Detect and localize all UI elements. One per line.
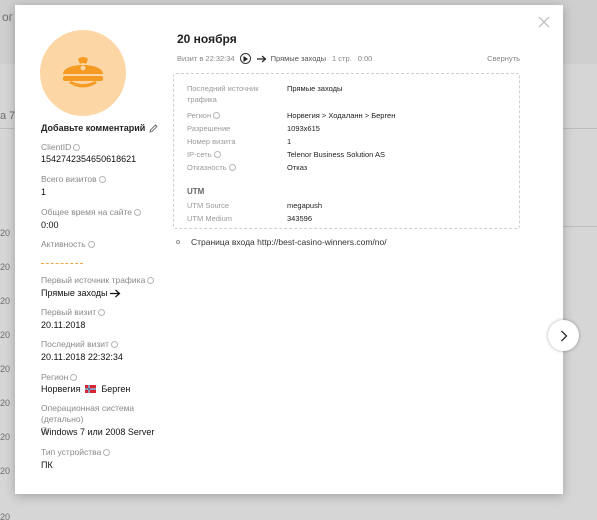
device-value: ПК: [41, 460, 53, 470]
arrow-right-icon: [256, 55, 267, 62]
background-row: 20: [0, 466, 11, 476]
background-title: ог: [2, 10, 14, 24]
os-value: Windows 7 или 2008 Server: [41, 427, 155, 437]
utm-heading: UTM: [187, 187, 205, 196]
background-row: 20: [0, 364, 11, 374]
pilot-cap-icon: [63, 57, 103, 88]
background-divider: [561, 128, 597, 129]
entry-page: Страница входа http://best-casino-winner…: [176, 237, 387, 247]
background-label: а 7: [0, 110, 16, 122]
add-comment[interactable]: Добавьте комментарий: [41, 123, 158, 133]
activity-label: Активность: [41, 239, 95, 249]
visitor-card-modal: Добавьте комментарий ClientID 1542742354…: [15, 5, 563, 494]
first-visit-value: 20.11.2018: [41, 320, 86, 330]
visit-time: Визит в 22:32:34: [177, 54, 235, 63]
background-divider: [561, 226, 597, 227]
help-icon[interactable]: [103, 448, 111, 456]
help-icon[interactable]: [70, 373, 78, 381]
utm-value: megapush: [287, 201, 323, 210]
help-icon[interactable]: [110, 340, 118, 348]
background-row: 20: [0, 398, 11, 408]
first-source-value: Прямые заходы: [41, 288, 121, 298]
first-source-label: Первый источник трафика: [41, 275, 155, 285]
detail-value: Норвегия > Ходаланн > Берген: [287, 111, 396, 120]
play-icon[interactable]: [243, 55, 248, 62]
client-id-label: ClientID: [41, 142, 81, 152]
region-value: Норвегия Берген: [41, 384, 131, 394]
visit-summary: Визит в 22:32:34 Прямые заходы 1 стр. 0:…: [177, 53, 372, 64]
help-icon[interactable]: [213, 151, 221, 158]
visitor-avatar: [40, 30, 126, 116]
help-icon[interactable]: [87, 240, 95, 248]
background-row: 20: [0, 432, 11, 442]
visit-pages: 1 стр.: [332, 54, 352, 63]
add-comment-label[interactable]: Добавьте комментарий: [41, 123, 145, 133]
collapse-link[interactable]: Свернуть: [487, 54, 520, 63]
detail-label: Регион: [187, 110, 283, 121]
timeline-dot: [176, 240, 180, 244]
detail-value: Прямые заходы: [287, 84, 343, 93]
background-row: 20: [0, 296, 11, 306]
help-icon[interactable]: [134, 208, 142, 216]
detail-label: Номер визита: [187, 137, 236, 146]
background-divider: [0, 128, 14, 129]
background-row: 20: [0, 512, 11, 520]
total-time-value: 0:00: [41, 220, 59, 230]
chevron-right-icon[interactable]: [560, 330, 568, 342]
visit-details: Последний источник трафика Прямые заходы…: [173, 73, 520, 229]
detail-label: Разрешение: [187, 124, 231, 133]
detail-label: IP-сеть: [187, 149, 283, 160]
last-visit-label: Последний визит: [41, 339, 118, 349]
norway-flag-icon: [85, 385, 97, 393]
visit-duration: 0:00: [357, 54, 373, 63]
play-button[interactable]: [239, 53, 251, 64]
detail-label: Отказность: [187, 162, 283, 173]
utm-value: 343596: [287, 214, 313, 223]
help-icon[interactable]: [98, 308, 106, 316]
arrow-right-icon: [110, 289, 121, 297]
background-row: 20: [0, 228, 11, 238]
pencil-icon[interactable]: [149, 123, 158, 133]
detail-value: Telenor Business Solution AS: [287, 150, 385, 159]
detail-value: 1093x615: [287, 124, 320, 133]
utm-label: UTM Medium: [187, 214, 233, 223]
utm-label: UTM Source: [187, 201, 230, 210]
help-icon[interactable]: [147, 276, 155, 284]
entry-page-text[interactable]: Страница входа http://best-casino-winner…: [191, 237, 387, 247]
first-visit-label: Первый визит: [41, 307, 106, 317]
detail-value: Отказ: [287, 163, 308, 172]
help-icon[interactable]: [73, 143, 81, 151]
visit-source: Прямые заходы: [270, 54, 326, 63]
background-row: 20: [0, 262, 11, 272]
detail-label: Последний источник трафика: [187, 84, 259, 104]
last-visit-value: 20.11.2018 22:32:34: [41, 352, 123, 362]
background-row: 20: [0, 330, 11, 340]
client-id-value: 1542742354650618621: [41, 154, 137, 164]
device-label: Тип устройства: [41, 447, 111, 457]
next-visitor-button[interactable]: [548, 320, 579, 351]
help-icon[interactable]: [213, 112, 221, 119]
detail-value: 1: [287, 137, 292, 146]
activity-chart: [41, 263, 83, 264]
visit-date: 20 ноября: [177, 32, 237, 46]
total-visits-label: Всего визитов: [41, 174, 106, 184]
total-visits-value: 1: [41, 187, 47, 197]
region-label: Регион: [41, 372, 78, 382]
help-icon[interactable]: [228, 164, 236, 171]
close-icon[interactable]: [537, 15, 551, 29]
help-icon[interactable]: [98, 175, 106, 183]
total-time-label: Общее время на сайте: [41, 207, 142, 217]
